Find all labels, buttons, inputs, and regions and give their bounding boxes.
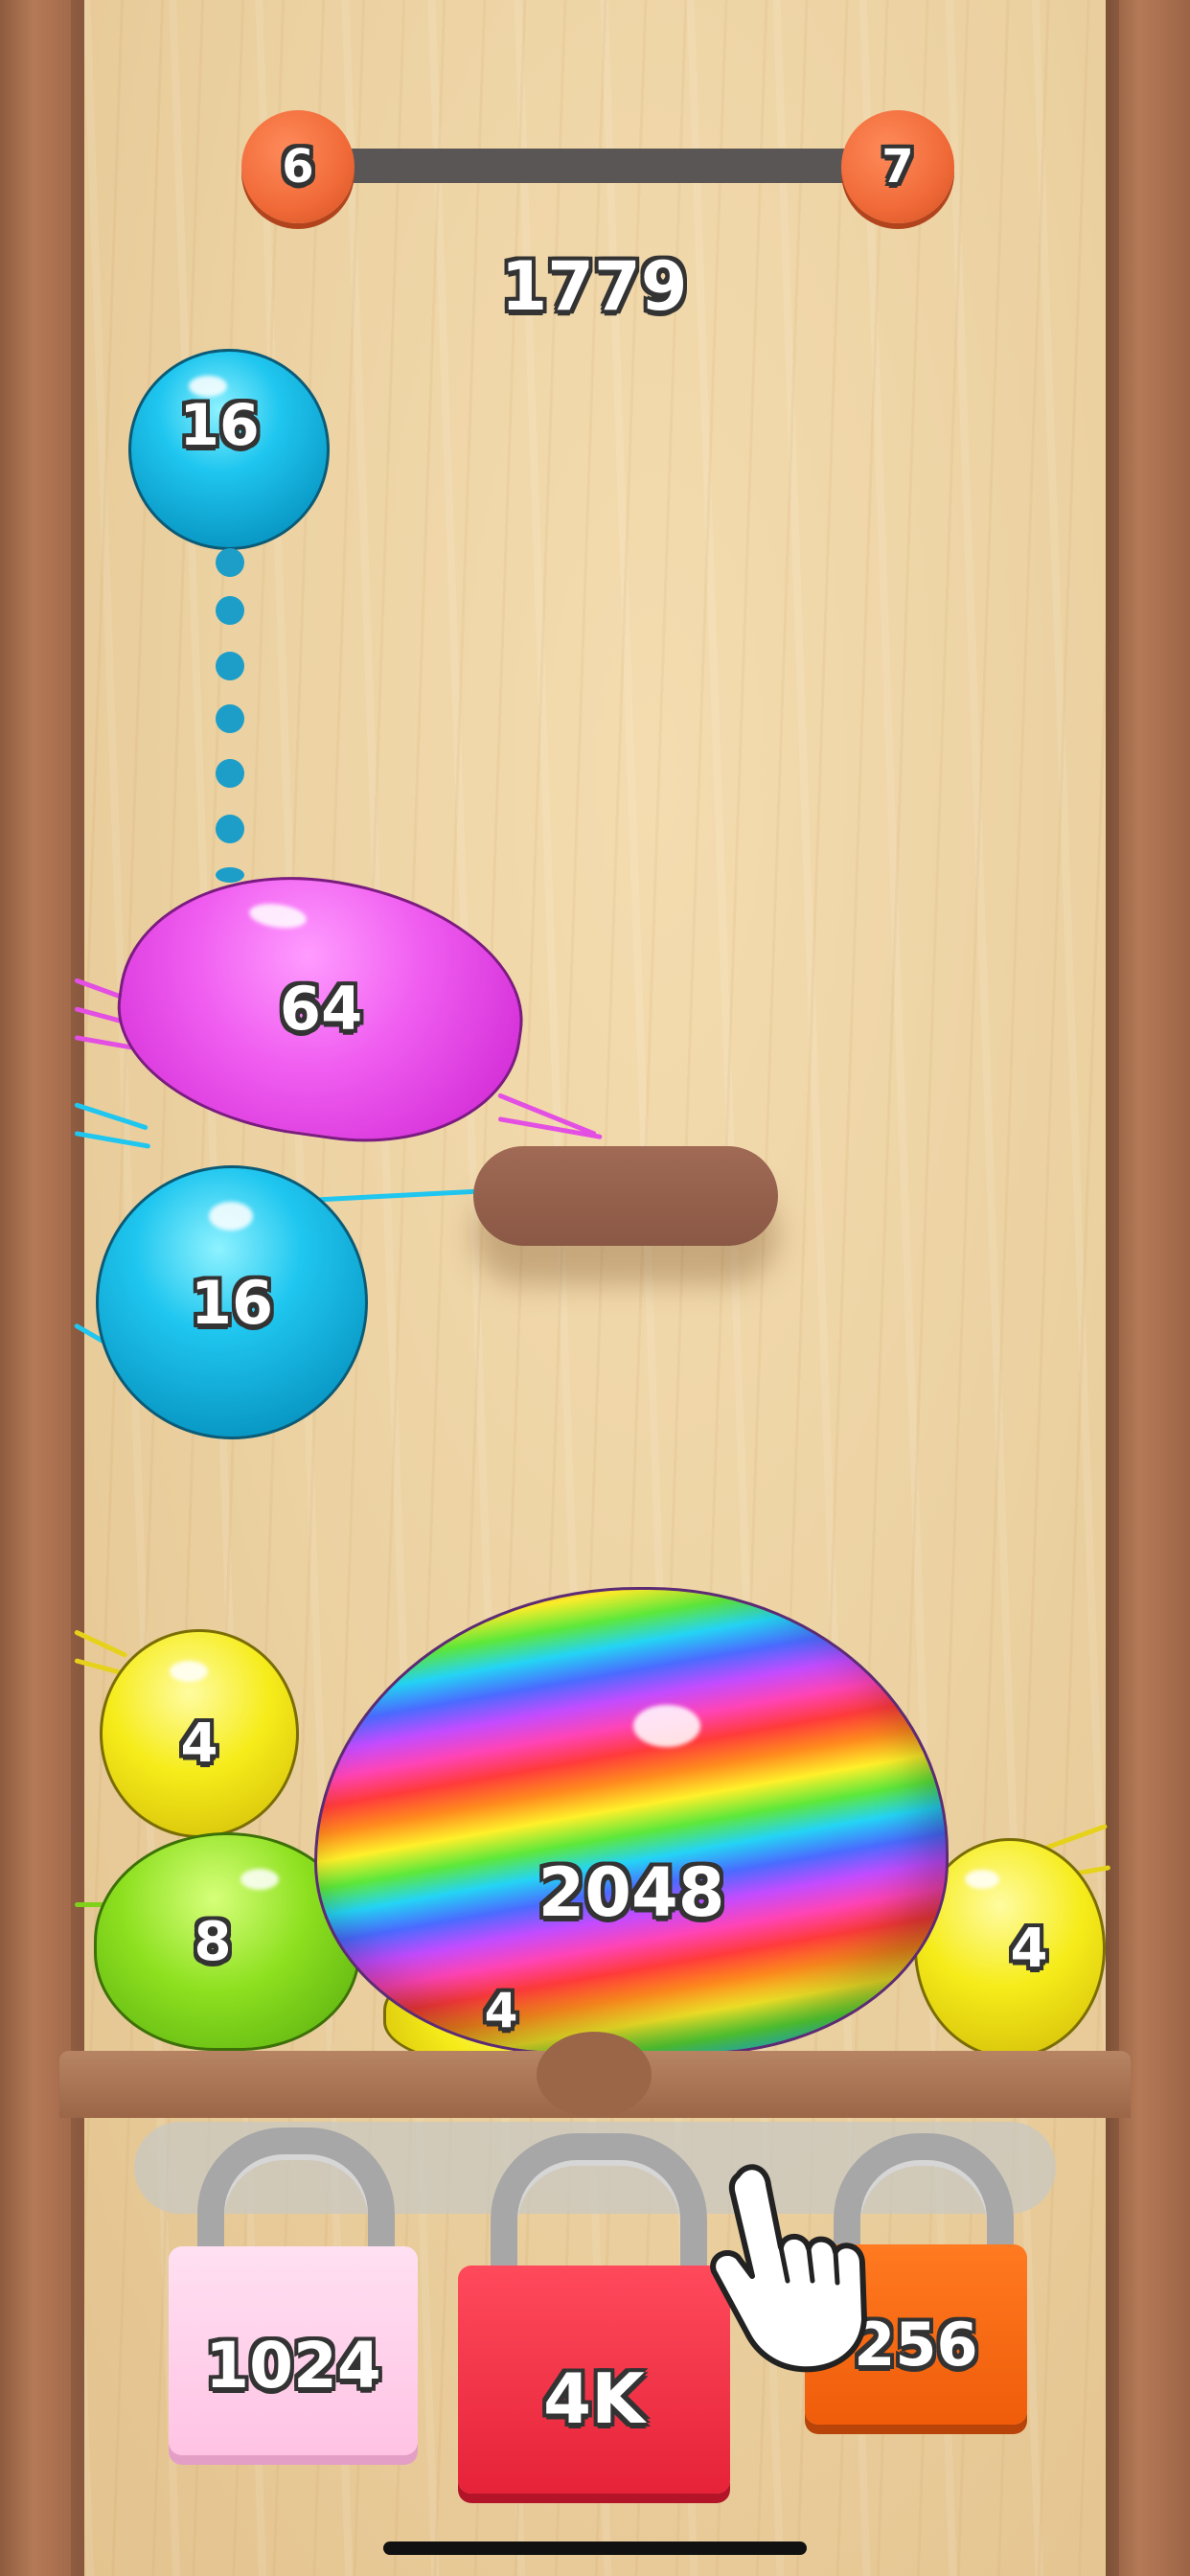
next-level-badge: 7 <box>841 110 954 223</box>
shelf-notch <box>537 2032 652 2118</box>
wooden-peg-obstacle <box>473 1146 778 1246</box>
home-indicator[interactable] <box>383 2542 807 2555</box>
level-progress-track <box>316 149 891 183</box>
left-wall <box>0 0 84 2576</box>
ball-16[interactable]: 16 <box>96 1165 368 1439</box>
current-level-badge: 6 <box>241 110 355 223</box>
score-counter: 1779 <box>500 247 688 326</box>
ball-4-left[interactable]: 4 <box>100 1629 299 1838</box>
pointing-hand-icon <box>710 2164 867 2373</box>
next-ball[interactable]: 16 <box>128 349 330 550</box>
padlock-1024[interactable]: 1024 <box>169 2128 425 2463</box>
padlock-4k[interactable]: 4K <box>458 2133 736 2497</box>
right-wall <box>1106 0 1190 2576</box>
